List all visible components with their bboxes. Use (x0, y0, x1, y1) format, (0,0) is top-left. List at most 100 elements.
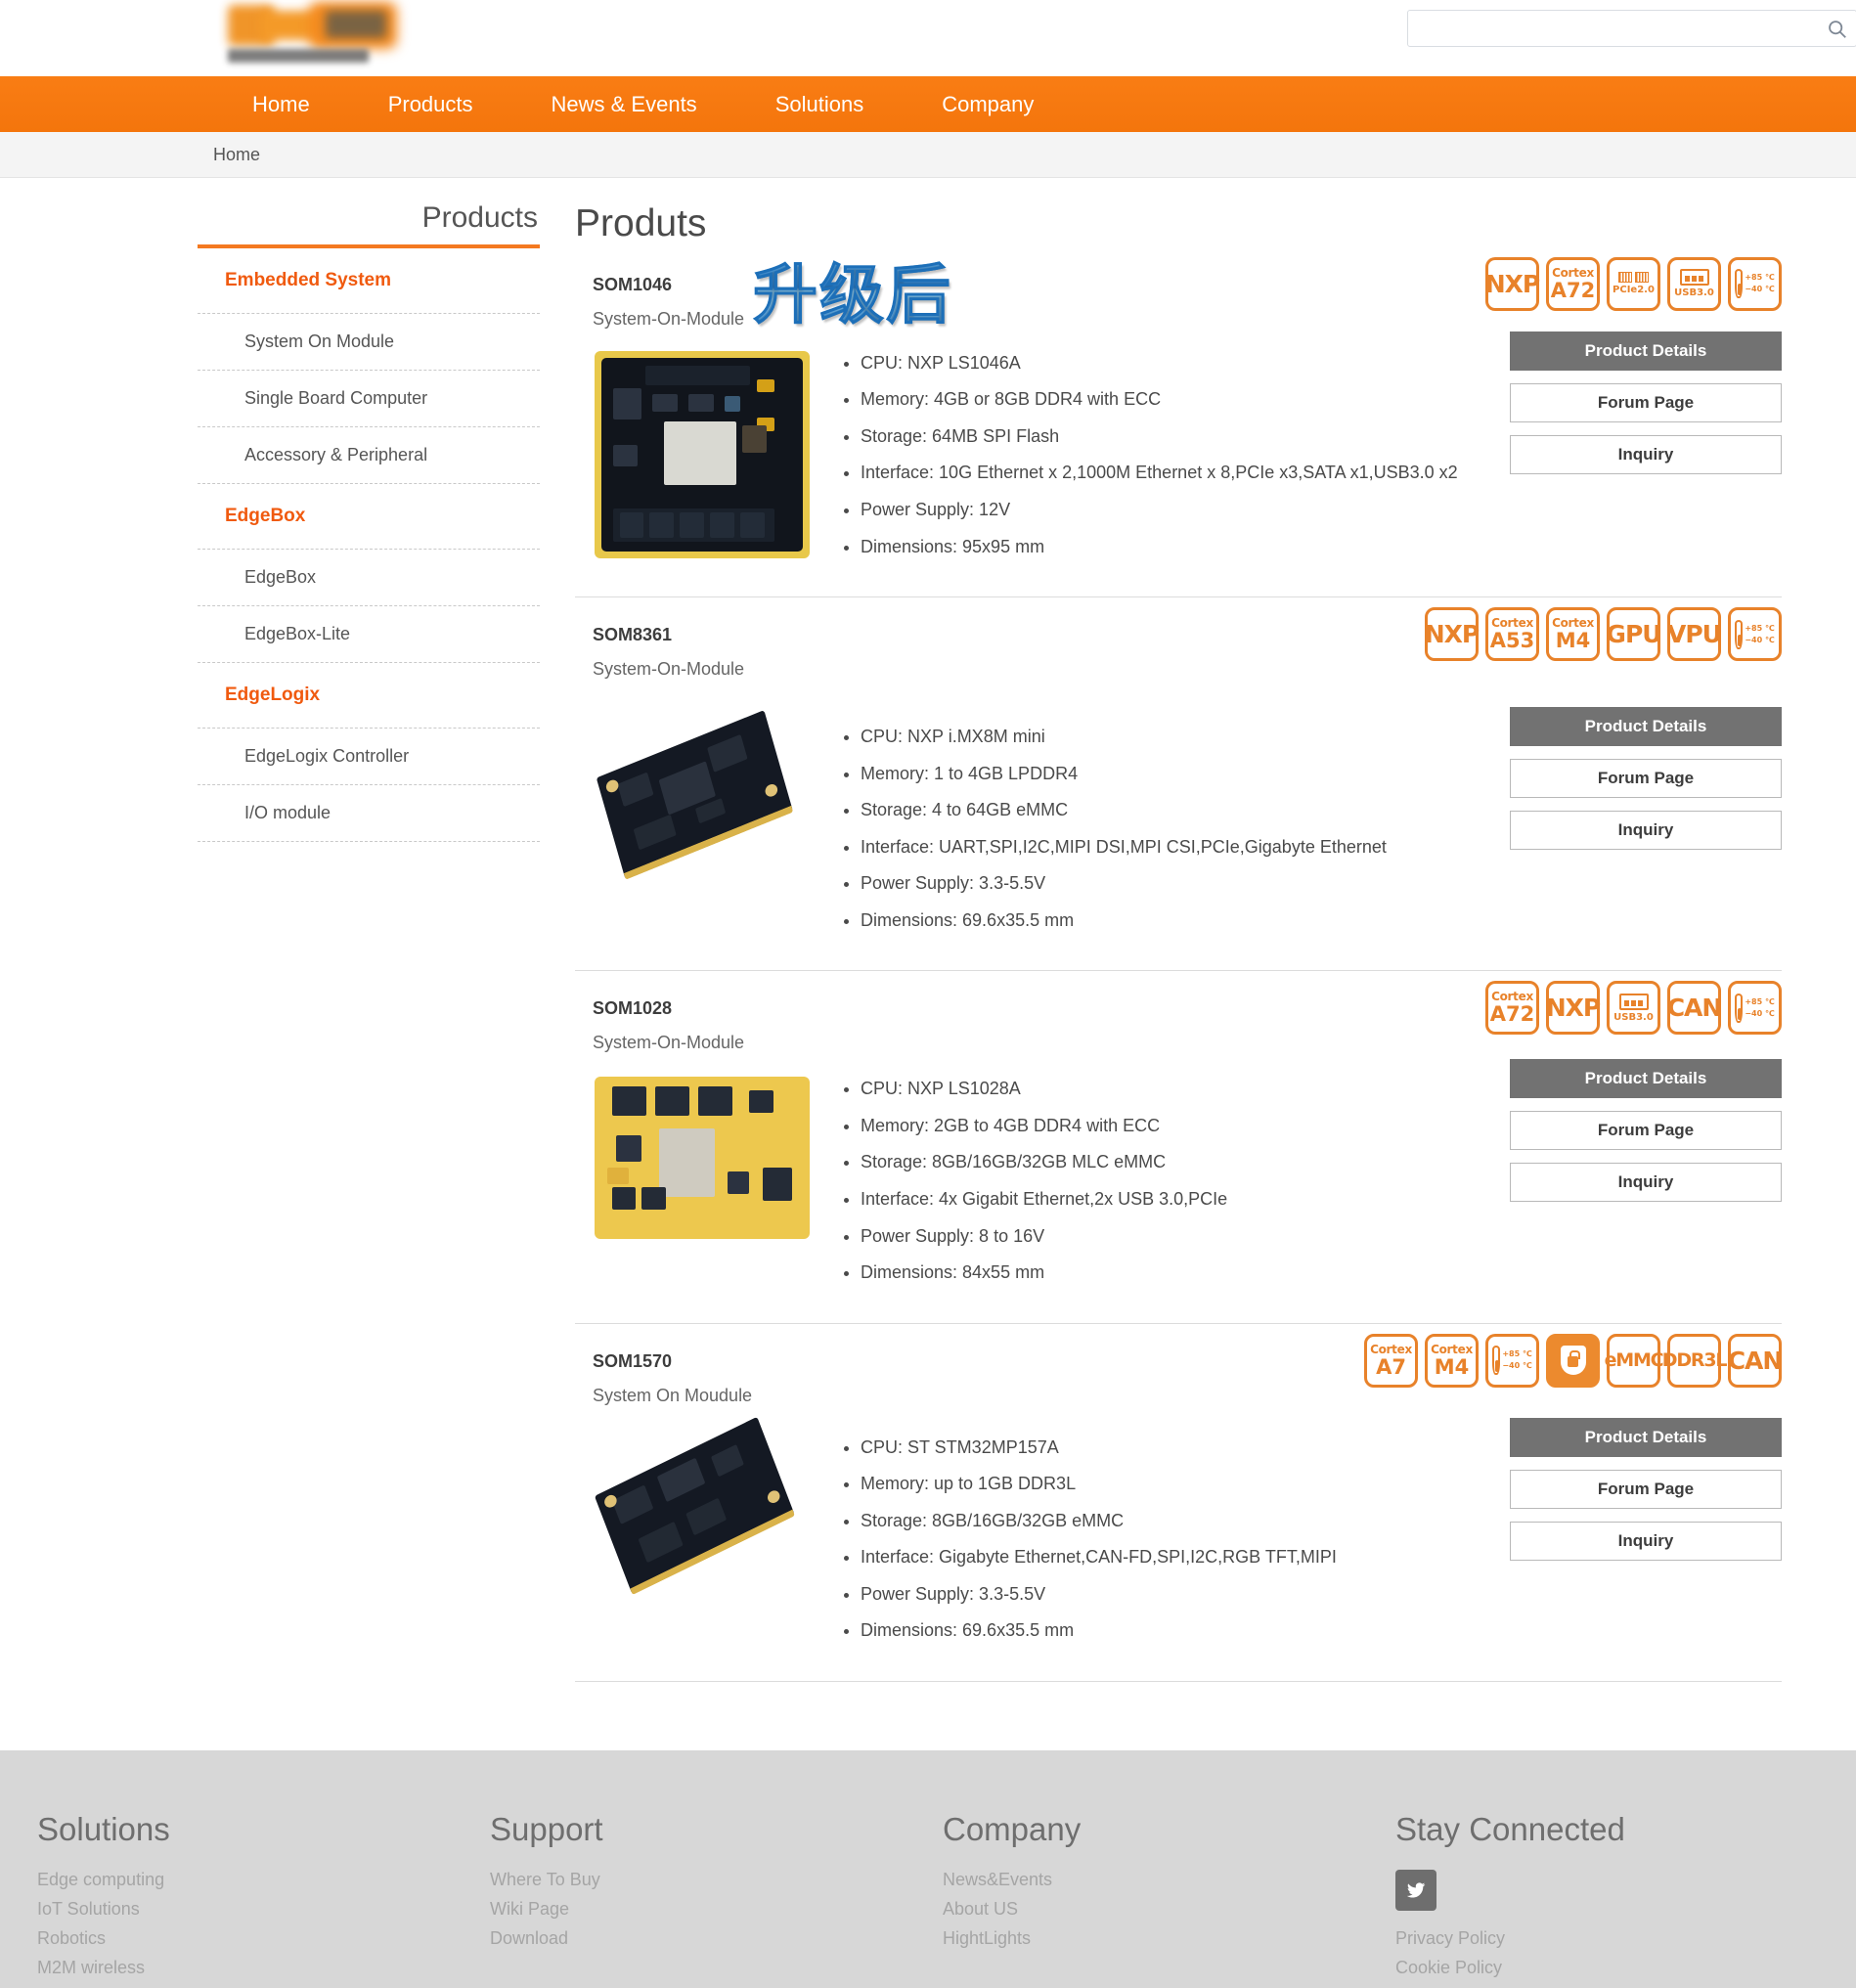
product-details-button[interactable]: Product Details (1510, 331, 1782, 371)
temperature-badge: +85 ℃ −40 ℃ (1728, 981, 1782, 1036)
cortex-badge-prefix: Cortex (1552, 616, 1594, 631)
board-photo (595, 710, 800, 891)
cortex-a7-badge: Cortex A7 (1364, 1333, 1418, 1388)
forum-page-button[interactable]: Forum Page (1510, 382, 1782, 422)
sidebar-item-edgelogix-controller[interactable]: EdgeLogix Controller (198, 729, 540, 785)
emmc-badge: eMMC (1605, 1333, 1664, 1388)
cortex-m4-badge: Cortex M4 (1546, 607, 1600, 662)
sidebar-item-edgebox[interactable]: EdgeBox (198, 550, 540, 606)
sidebar-group-edgelogix[interactable]: EdgeLogix (198, 663, 540, 729)
spec-dimensions: Dimensions: 69.6x35.5 mm (861, 1618, 1782, 1644)
inquiry-button[interactable]: Inquiry (1510, 1521, 1782, 1561)
sidebar-item-accessory-peripheral[interactable]: Accessory & Peripheral (198, 427, 540, 484)
footer-link-wiki-page[interactable]: Wiki Page (490, 1899, 943, 1920)
usb-port-icon (1618, 993, 1649, 1010)
footer-column-stay-connected: Stay Connected Privacy Policy Cookie Pol… (1395, 1811, 1848, 1988)
temp-low: −40 ℃ (1745, 285, 1775, 294)
product-details-button[interactable]: Product Details (1510, 707, 1782, 747)
temp-high: +85 ℃ (1745, 273, 1775, 283)
temperature-badge: +85 ℃ −40 ℃ (1728, 607, 1782, 662)
inquiry-button[interactable]: Inquiry (1510, 1163, 1782, 1203)
temperature-badge: +85 ℃ −40 ℃ (1485, 1333, 1539, 1388)
cortex-a72-badge: Cortex A72 (1485, 981, 1539, 1036)
nav-item-products[interactable]: Products (349, 76, 512, 132)
nav-item-news[interactable]: News & Events (512, 76, 736, 132)
spec-power: Power Supply: 3.3-5.5V (861, 871, 1782, 897)
sidebar: Products Embedded System System On Modul… (198, 201, 540, 1682)
footer-link-privacy-policy[interactable]: Privacy Policy (1395, 1928, 1848, 1949)
forum-page-button[interactable]: Forum Page (1510, 1111, 1782, 1151)
vpu-badge-label: VPU (1667, 620, 1722, 649)
sidebar-item-single-board-computer[interactable]: Single Board Computer (198, 371, 540, 427)
page-title: Produts (575, 202, 707, 244)
product-image-som1570 (594, 1416, 810, 1656)
ddr3l-badge: DDR3L (1662, 1333, 1727, 1388)
product-image-som1028 (595, 1077, 810, 1297)
footer-link-about-us[interactable]: About US (943, 1899, 1395, 1920)
footer-link-m2m-wireless[interactable]: M2M wireless (37, 1958, 490, 1978)
temp-high: +85 ℃ (1502, 1349, 1532, 1359)
can-badge-label: CAN (1666, 994, 1723, 1023)
cortex-badge-prefix: Cortex (1370, 1342, 1412, 1356)
sidebar-item-io-module[interactable]: I/O module (198, 785, 540, 842)
nav-item-company[interactable]: Company (903, 76, 1073, 132)
thermometer-icon: +85 ℃ −40 ℃ (1492, 1346, 1532, 1376)
product-image-som1046 (595, 350, 810, 571)
footer-heading: Stay Connected (1395, 1811, 1625, 1847)
inquiry-button[interactable]: Inquiry (1510, 434, 1782, 474)
cortex-badge-core: M4 (1555, 629, 1591, 653)
forum-page-button[interactable]: Forum Page (1510, 1469, 1782, 1509)
footer-link-download[interactable]: Download (490, 1928, 943, 1949)
main-content: Produts 升级后 SOM1046 System-On-Module NXP… (540, 201, 1856, 1682)
product-badges: NXP Cortex A72 PCIe2.0 USB3.0 +85 ℃ −40 … (1484, 256, 1782, 311)
nav-item-home[interactable]: Home (223, 76, 349, 132)
nxp-badge: NXP (1546, 981, 1601, 1036)
product-details-button[interactable]: Product Details (1510, 1059, 1782, 1099)
nxp-badge-label: NXP (1424, 620, 1480, 649)
sidebar-group-embedded-system[interactable]: Embedded System (198, 248, 540, 314)
spec-dimensions: Dimensions: 69.6x35.5 mm (861, 908, 1782, 934)
search-box[interactable] (1407, 10, 1856, 47)
usb3-badge-label: USB3.0 (1613, 1011, 1654, 1023)
board-photo (595, 350, 810, 558)
nxp-badge-label: NXP (1484, 269, 1541, 298)
cortex-badge-prefix: Cortex (1491, 616, 1533, 631)
sidebar-item-system-on-module[interactable]: System On Module (198, 314, 540, 371)
breadcrumb-item-home[interactable]: Home (213, 145, 260, 165)
page-body: Products Embedded System System On Modul… (0, 178, 1856, 1682)
company-logo[interactable] (223, 2, 397, 70)
product-card: SOM1028 System-On-Module Cortex A72 NXP … (575, 971, 1782, 1324)
product-card: SOM8361 System-On-Module NXP Cortex A53 … (575, 597, 1782, 972)
nav-item-solutions[interactable]: Solutions (736, 76, 904, 132)
forum-page-button[interactable]: Forum Page (1510, 759, 1782, 799)
footer-link-news-events[interactable]: News&Events (943, 1870, 1395, 1890)
product-image-som8361 (595, 710, 810, 945)
footer-link-hightlights[interactable]: HightLights (943, 1928, 1395, 1949)
search-icon[interactable] (1817, 11, 1856, 46)
product-subtitle: System-On-Module (593, 659, 745, 680)
shield-lock-icon (1560, 1346, 1586, 1376)
sidebar-item-edgebox-lite[interactable]: EdgeBox-Lite (198, 606, 540, 663)
spec-power: Power Supply: 12V (861, 498, 1782, 523)
footer-link-cookie-policy[interactable]: Cookie Policy (1395, 1958, 1848, 1978)
search-input[interactable] (1408, 11, 1817, 46)
usb3-badge: USB3.0 (1607, 981, 1660, 1036)
product-badges: NXP Cortex A53 Cortex M4 GPU VPU +85 ℃ −… (1424, 607, 1782, 662)
footer-link-where-to-buy[interactable]: Where To Buy (490, 1870, 943, 1890)
usb-port-icon (1679, 269, 1709, 287)
can-badge: CAN (1666, 981, 1723, 1036)
usb3-badge-label: USB3.0 (1674, 287, 1714, 299)
twitter-icon[interactable] (1395, 1870, 1436, 1911)
sidebar-title: Products (421, 201, 538, 234)
footer-link-robotics[interactable]: Robotics (37, 1928, 490, 1949)
inquiry-button[interactable]: Inquiry (1510, 811, 1782, 851)
gpu-badge-label: GPU (1606, 620, 1661, 649)
footer-link-edge-computing[interactable]: Edge computing (37, 1870, 490, 1890)
footer-link-iot-solutions[interactable]: IoT Solutions (37, 1899, 490, 1920)
ddr3l-badge-label: DDR3L (1661, 1348, 1728, 1371)
product-subtitle: System On Moudule (593, 1385, 753, 1405)
footer-heading: Solutions (37, 1811, 170, 1847)
sidebar-group-edgebox[interactable]: EdgeBox (198, 484, 540, 550)
spec-power: Power Supply: 8 to 16V (861, 1224, 1782, 1250)
product-details-button[interactable]: Product Details (1510, 1417, 1782, 1457)
